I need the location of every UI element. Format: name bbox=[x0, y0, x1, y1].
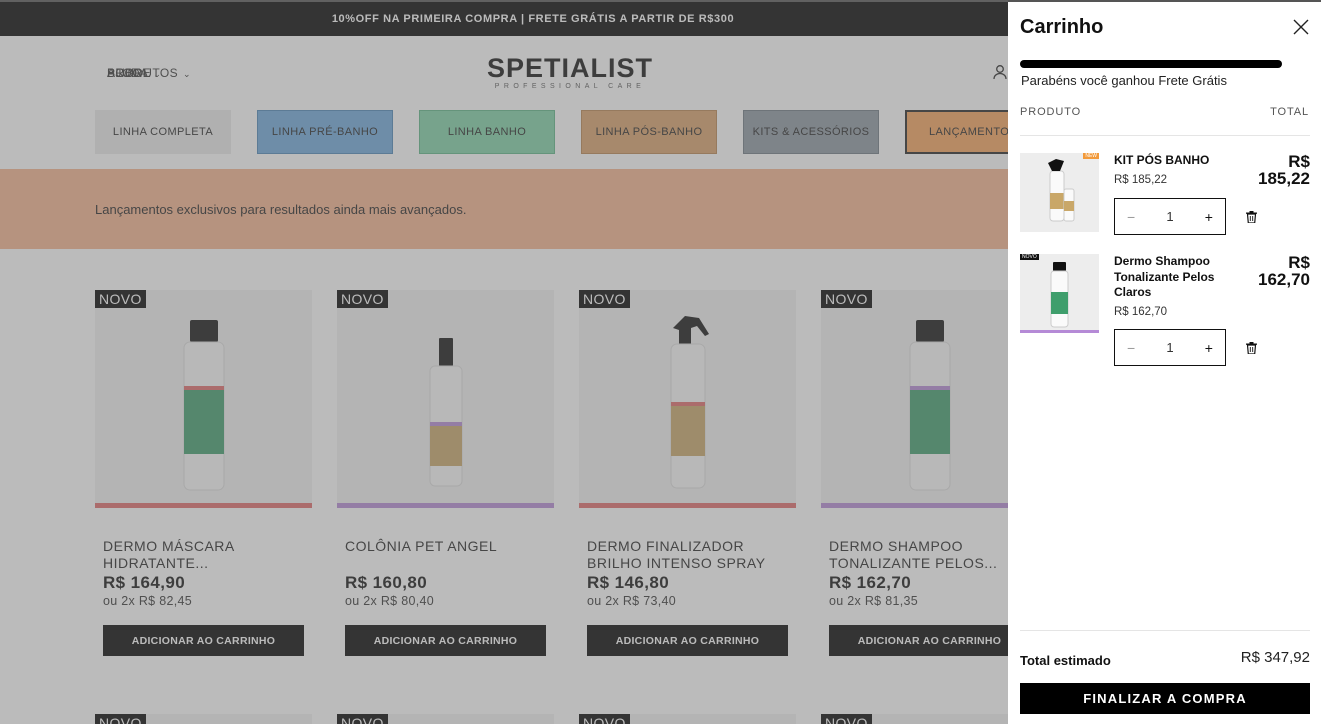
amount: 162,70 bbox=[1258, 270, 1310, 289]
trash-icon[interactable] bbox=[1246, 211, 1257, 223]
column-header-product: PRODUTO bbox=[1020, 106, 1082, 118]
cart-item-thumbnail[interactable]: NEW bbox=[1020, 153, 1099, 232]
amount: 185,22 bbox=[1258, 169, 1310, 188]
cart-item-total: R$ 162,70 bbox=[1258, 254, 1310, 288]
free-shipping-message: Parabéns você ganhou Frete Grátis bbox=[1021, 73, 1227, 88]
estimated-total-label: Total estimado bbox=[1020, 653, 1111, 668]
cart-drawer: Carrinho Parabéns você ganhou Frete Grát… bbox=[1008, 0, 1321, 724]
cart-item: NOVO Dermo Shampoo Tonalizante Pelos Cla… bbox=[1020, 254, 1310, 369]
kit-image bbox=[1048, 159, 1075, 222]
increase-quantity-button[interactable]: + bbox=[1205, 209, 1213, 225]
cart-item-unit-price: R$ 185,22 bbox=[1114, 174, 1168, 186]
decrease-quantity-button[interactable]: − bbox=[1127, 340, 1135, 356]
cart-item-total: R$ 185,22 bbox=[1258, 153, 1310, 187]
cart-item-unit-price: R$ 162,70 bbox=[1114, 306, 1168, 318]
cart-item: NEW KIT PÓS BANHO R$ 185,22 R$ 185,22 − … bbox=[1020, 153, 1310, 243]
quantity-stepper: − 1 + bbox=[1114, 329, 1226, 366]
cart-item-name[interactable]: KIT PÓS BANHO bbox=[1114, 153, 1232, 169]
currency: R$ bbox=[1288, 253, 1310, 272]
currency: R$ bbox=[1288, 152, 1310, 171]
thumbnail-tag: NEW bbox=[1083, 153, 1099, 159]
estimated-total-value: R$ 347,92 bbox=[1240, 649, 1310, 666]
free-shipping-progress bbox=[1020, 60, 1282, 68]
trash-icon[interactable] bbox=[1246, 342, 1257, 354]
close-icon[interactable] bbox=[1292, 18, 1310, 36]
column-header-total: TOTAL bbox=[1270, 106, 1309, 118]
decrease-quantity-button[interactable]: − bbox=[1127, 209, 1135, 225]
increase-quantity-button[interactable]: + bbox=[1205, 340, 1213, 356]
thumbnail-tag: NOVO bbox=[1020, 254, 1039, 260]
cart-item-thumbnail[interactable]: NOVO bbox=[1020, 254, 1099, 333]
quantity-stepper: − 1 + bbox=[1114, 198, 1226, 235]
quantity-value[interactable]: 1 bbox=[1166, 209, 1173, 224]
cart-item-name[interactable]: Dermo Shampoo Tonalizante Pelos Claros bbox=[1114, 254, 1232, 301]
cart-title: Carrinho bbox=[1020, 16, 1104, 38]
divider bbox=[1020, 630, 1310, 631]
quantity-value[interactable]: 1 bbox=[1166, 340, 1173, 355]
checkout-button[interactable]: FINALIZAR A COMPRA bbox=[1020, 683, 1310, 714]
shampoo-image bbox=[1020, 262, 1099, 333]
modal-overlay[interactable] bbox=[0, 0, 1008, 724]
divider bbox=[1020, 135, 1310, 136]
